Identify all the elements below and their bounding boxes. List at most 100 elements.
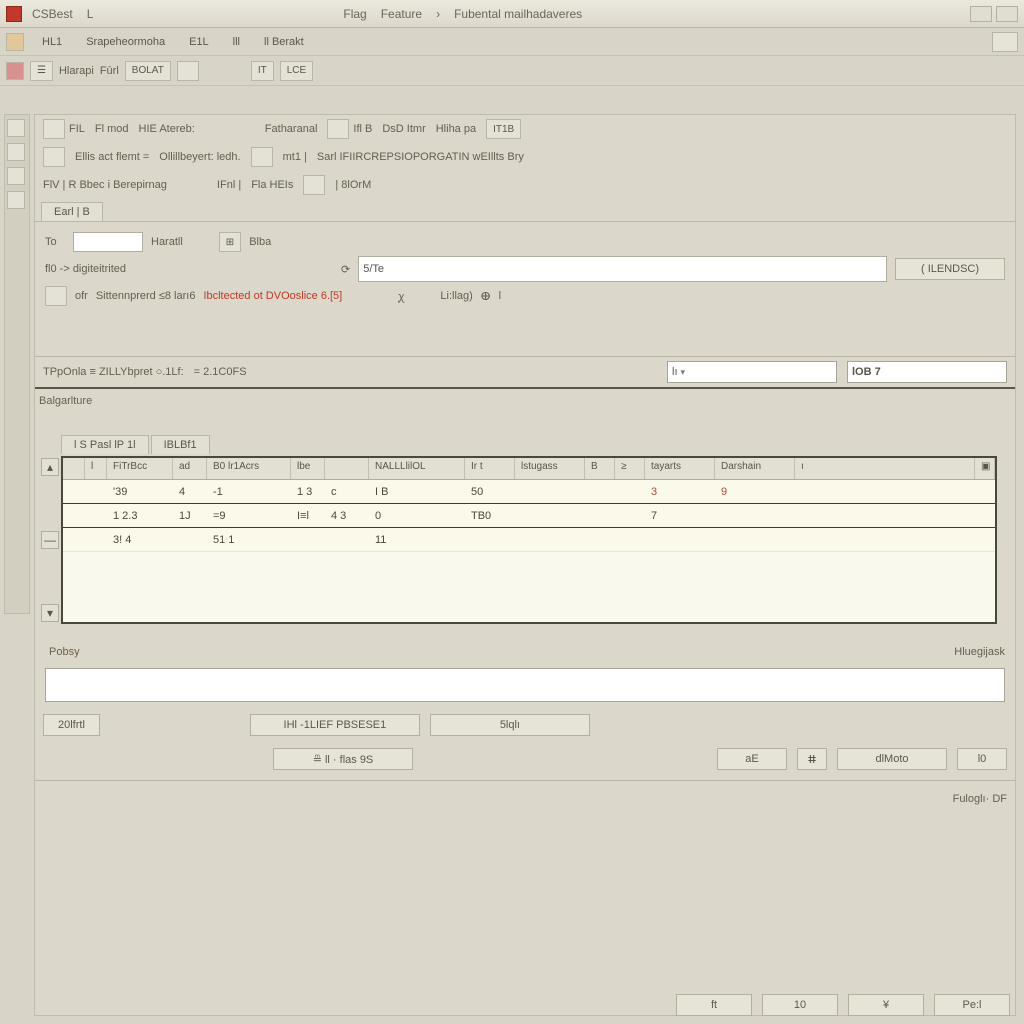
menu-icon-1[interactable]: [6, 33, 24, 51]
table-row[interactable]: '394-11 3cI B5039: [63, 480, 995, 504]
f1-fld1[interactable]: [73, 232, 143, 252]
menu-item-3[interactable]: E1L: [183, 33, 215, 51]
menu-item-4[interactable]: lll: [227, 33, 246, 51]
menu-icon-right[interactable]: [992, 32, 1018, 52]
window-minimize[interactable]: [996, 6, 1018, 22]
hr1-ic1[interactable]: [43, 119, 65, 139]
gh-scroll[interactable]: ▣: [975, 458, 995, 479]
gh-6[interactable]: [325, 458, 369, 479]
window-tool-1[interactable]: [970, 6, 992, 22]
footer-btn-1[interactable]: ft: [676, 994, 752, 1016]
btn-5[interactable]: aE: [717, 748, 787, 770]
search-value: 5/Te: [363, 263, 384, 275]
f2-ref[interactable]: ⟳: [341, 263, 350, 276]
btn-7[interactable]: dlMoto: [837, 748, 947, 770]
detail-section-label: Balgarlture: [35, 389, 1015, 413]
side-icon-3[interactable]: [7, 167, 25, 185]
button-row-1: 20lfrtl IHl -1LIEF PBSESE1 5lqlı: [35, 708, 1015, 742]
gh-5[interactable]: lbe: [291, 458, 325, 479]
s2-select-1[interactable]: lı: [667, 361, 837, 383]
search-field[interactable]: 5/Te: [358, 256, 887, 282]
menu-item-5[interactable]: ll Berakt: [258, 33, 310, 51]
tb-btn-1[interactable]: ☰: [30, 61, 53, 81]
hr1-e: Ifl B: [353, 123, 372, 135]
hr1-b: Fl mod: [95, 123, 129, 135]
s2-lbl: TPpOnla ≡ ZILLYbpret ○.1Lf:: [43, 366, 184, 378]
table-cell: I B: [369, 486, 465, 498]
hr3-ic[interactable]: [303, 175, 325, 195]
gh-8[interactable]: Ir t: [465, 458, 515, 479]
side-icon-2[interactable]: [7, 143, 25, 161]
s2-select-2[interactable]: lOB 7: [847, 361, 1007, 383]
menu-item-2[interactable]: Srapeheormoha: [80, 33, 171, 51]
gh-14[interactable]: ı: [795, 458, 975, 479]
table-cell: 9: [715, 486, 795, 498]
hr1-g: Hliha pa: [436, 123, 476, 135]
header-row-1: FIL Fl mod HIE Atereb: Fatharanal Ifl B …: [35, 115, 1015, 143]
table-row[interactable]: 1 2.31J=9I≡l4 30TB07: [63, 504, 995, 528]
hr1-f: DsD Itmr: [382, 123, 425, 135]
side-icon-1[interactable]: [7, 119, 25, 137]
btn-2[interactable]: IHl -1LIEF PBSESE1: [250, 714, 420, 736]
tb-btn-sq1[interactable]: [177, 61, 199, 81]
grid-tab-2[interactable]: IBLBf1: [151, 435, 210, 454]
hr3-d: | 8lOrM: [335, 179, 371, 191]
grid-mid-icon[interactable]: —: [41, 531, 59, 549]
hr2-b: Ollillbeyert: ledh.: [159, 151, 240, 163]
gh-10[interactable]: B: [585, 458, 615, 479]
app-icon: [6, 6, 22, 22]
gh-7[interactable]: NALLLlilOL: [369, 458, 465, 479]
title-m4: Fubental mailhadaveres: [454, 7, 582, 21]
notes-right: Hluegijask: [954, 646, 1005, 658]
hr2-sq[interactable]: [251, 147, 273, 167]
grid-tab-1[interactable]: l S Pasl lP 1l: [61, 435, 149, 454]
gh-4[interactable]: B0 lr1Acrs: [207, 458, 291, 479]
gh-3[interactable]: ad: [173, 458, 207, 479]
table-cell: 11: [369, 534, 465, 546]
footer-btn-3[interactable]: ¥: [848, 994, 924, 1016]
footer-btn-4[interactable]: Pe:l: [934, 994, 1010, 1016]
gh-9[interactable]: lstugass: [515, 458, 585, 479]
header-row-2: Ellis act flemt = Ollillbeyert: ledh. mt…: [35, 143, 1015, 171]
grid-up-icon[interactable]: ▴: [41, 458, 59, 476]
tab-1[interactable]: Earl | B: [41, 202, 103, 221]
menu-item-1[interactable]: HL1: [36, 33, 68, 51]
table-cell: 50: [465, 486, 515, 498]
search-button[interactable]: ( ILENDSC): [895, 258, 1005, 280]
gh-12[interactable]: tayarts: [645, 458, 715, 479]
gh-2[interactable]: FiTrBcc: [107, 458, 173, 479]
grid-down-icon[interactable]: ▾: [41, 604, 59, 622]
gh-11[interactable]: ≥: [615, 458, 645, 479]
tb-btn-g2b[interactable]: LCE: [280, 61, 313, 81]
gh-13[interactable]: Darshain: [715, 458, 795, 479]
f1-ic[interactable]: ⊞: [219, 232, 241, 252]
tb-icon-red[interactable]: [6, 62, 24, 80]
title-sep2: ›: [436, 7, 440, 21]
btn-8[interactable]: l0: [957, 748, 1007, 770]
table-row[interactable]: 3! 451 111: [63, 528, 995, 552]
bar-ic1[interactable]: [45, 286, 67, 306]
notes-textarea[interactable]: [45, 668, 1005, 702]
table-cell: 4: [173, 486, 207, 498]
title-m2: Flag: [343, 7, 366, 21]
hr2-ic[interactable]: [43, 147, 65, 167]
hr1-ic2[interactable]: [327, 119, 349, 139]
tb-btn-g2a[interactable]: IT: [251, 61, 274, 81]
btn-6[interactable]: ⵌ: [797, 748, 827, 770]
content-pane: FIL Fl mod HIE Atereb: Fatharanal Ifl B …: [34, 114, 1016, 1016]
footer-btn-2[interactable]: 10: [762, 994, 838, 1016]
side-icon-4[interactable]: [7, 191, 25, 209]
table-cell: 0: [369, 510, 465, 522]
gh-1[interactable]: l: [85, 458, 107, 479]
btn-3[interactable]: 5lqlı: [430, 714, 590, 736]
btn-1[interactable]: 20lfrtl: [43, 714, 100, 736]
hr1-d: Fatharanal: [265, 123, 318, 135]
tb-btn-bolat[interactable]: BOLAT: [125, 61, 171, 81]
hr3-a: FlV | R Bbec i Berepirnag: [43, 179, 167, 191]
btn-4[interactable]: ≞ ll · flas 9S: [273, 748, 413, 770]
table-cell: 7: [645, 510, 715, 522]
bar-a: ofr: [75, 290, 88, 302]
hr1-h[interactable]: IT1B: [486, 119, 521, 139]
gh-0[interactable]: [63, 458, 85, 479]
section-2-row: TPpOnla ≡ ZILLYbpret ○.1Lf: = 2.1C0FS lı…: [35, 356, 1015, 389]
